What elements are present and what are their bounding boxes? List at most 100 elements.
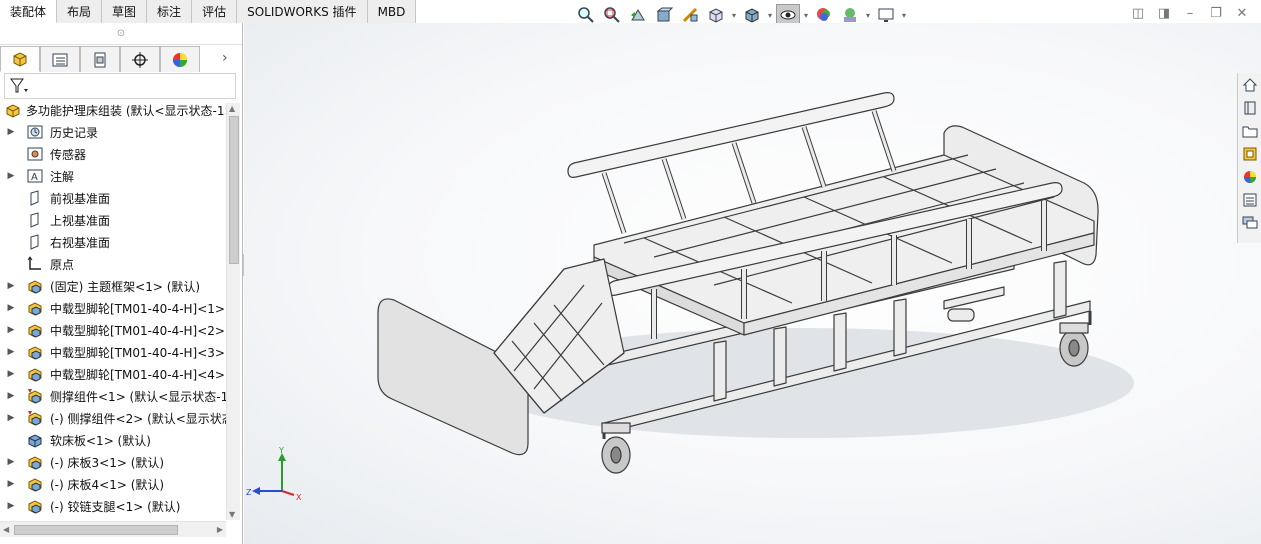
tree-item-label: 右视基准面 bbox=[50, 235, 111, 250]
tree-item-label: (固定) 主题框架<1> (默认) bbox=[50, 279, 201, 294]
tree-item-label: (-) 侧撑组件<2> (默认<显示状态-1>) bbox=[50, 411, 226, 426]
configuration-manager-icon[interactable] bbox=[80, 46, 120, 72]
command-tab[interactable]: 装配体 bbox=[0, 0, 58, 23]
tile-right-icon[interactable]: ◨ bbox=[1157, 6, 1171, 21]
tree-item-label: 上视基准面 bbox=[50, 213, 111, 228]
chevron-right-icon[interactable]: › bbox=[222, 50, 228, 66]
expand-arrow-icon[interactable]: ▶ bbox=[6, 171, 16, 181]
tree-item[interactable]: ▶ (-) 床板3<1> (默认) bbox=[0, 451, 226, 473]
scroll-up-icon[interactable]: ▲ bbox=[229, 104, 235, 113]
home-icon[interactable] bbox=[1240, 75, 1260, 95]
scrollbar-thumb[interactable] bbox=[14, 525, 178, 535]
scroll-right-icon[interactable]: ▶ bbox=[217, 525, 223, 534]
chevron-down-icon[interactable]: ▾ bbox=[900, 11, 908, 20]
expand-arrow-icon[interactable]: ▶ bbox=[6, 347, 16, 357]
tree-item-label: 软床板<1> (默认) bbox=[50, 433, 151, 448]
tree-item[interactable]: ▶ (-) 铰链支腿<1> (默认) bbox=[0, 495, 226, 517]
chevron-down-icon[interactable]: ▾ bbox=[766, 11, 774, 20]
scrollbar-thumb[interactable] bbox=[229, 116, 239, 264]
sensor-icon bbox=[26, 145, 44, 163]
panel-tabs bbox=[0, 46, 200, 72]
subassembly-icon bbox=[26, 277, 44, 295]
expand-arrow-icon[interactable]: ▶ bbox=[6, 127, 16, 137]
minimize-icon[interactable]: – bbox=[1183, 6, 1197, 21]
tree-item[interactable]: 右视基准面 bbox=[0, 231, 226, 253]
tree-horizontal-scrollbar[interactable]: ◀ ▶ bbox=[0, 521, 226, 537]
chevron-down-icon[interactable]: ▾ bbox=[730, 11, 738, 20]
part-icon bbox=[26, 431, 44, 449]
subassembly-warn-icon bbox=[26, 387, 44, 405]
chevron-down-icon[interactable]: ▾ bbox=[802, 11, 810, 20]
bed-assembly-model[interactable] bbox=[244, 23, 1261, 544]
tree-item[interactable]: ▶ 中载型脚轮[TM01-40-4-H]<4> bbox=[0, 363, 226, 385]
tree-item[interactable]: ▶ (-) 床板4<1> (默认) bbox=[0, 473, 226, 495]
tree-item-label: 历史记录 bbox=[50, 125, 99, 140]
tree-item[interactable]: ▶ A 注解 bbox=[0, 165, 226, 187]
tree-filter[interactable] bbox=[4, 73, 236, 99]
tree-item[interactable]: 前视基准面 bbox=[0, 187, 226, 209]
view-palette-icon[interactable] bbox=[1240, 144, 1260, 164]
command-tab[interactable]: 草图 bbox=[102, 0, 148, 23]
expand-arrow-icon[interactable]: ▶ bbox=[6, 281, 16, 291]
command-tab[interactable]: 布局 bbox=[57, 0, 103, 23]
file-explorer-icon[interactable] bbox=[1240, 121, 1260, 141]
expand-arrow-icon[interactable]: ▶ bbox=[6, 303, 16, 313]
tree-item[interactable]: ▶ (固定) 主题框架<1> (默认) bbox=[0, 275, 226, 297]
subassembly-icon bbox=[26, 475, 44, 493]
expand-arrow-icon[interactable]: ▶ bbox=[6, 391, 16, 401]
tree-item[interactable]: 传感器 bbox=[0, 143, 226, 165]
tree-item-label: 原点 bbox=[50, 257, 75, 272]
design-library-icon[interactable] bbox=[1240, 98, 1260, 118]
plane-icon bbox=[26, 233, 44, 251]
expand-arrow-icon[interactable]: ▶ bbox=[6, 413, 16, 423]
subassembly-icon bbox=[26, 453, 44, 471]
property-manager-icon[interactable] bbox=[40, 46, 80, 72]
tree-item[interactable]: 上视基准面 bbox=[0, 209, 226, 231]
scroll-left-icon[interactable]: ◀ bbox=[3, 525, 9, 534]
origin-icon bbox=[26, 255, 44, 273]
subassembly-icon bbox=[26, 497, 44, 515]
tree-item[interactable]: ▶ 中载型脚轮[TM01-40-4-H]<3> bbox=[0, 341, 226, 363]
command-tab[interactable]: SOLIDWORKS 插件 bbox=[237, 0, 368, 23]
close-icon[interactable]: ✕ bbox=[1235, 6, 1249, 21]
tree-item[interactable]: 软床板<1> (默认) bbox=[0, 429, 226, 451]
tree-item-label: 传感器 bbox=[50, 147, 87, 162]
custom-properties-icon[interactable] bbox=[1240, 190, 1260, 210]
command-tab[interactable]: MBD bbox=[367, 0, 417, 23]
tree-item-label: 中载型脚轮[TM01-40-4-H]<1> bbox=[50, 301, 225, 316]
chevron-down-icon[interactable]: ▾ bbox=[864, 11, 872, 20]
tree-item[interactable]: 原点 bbox=[0, 253, 226, 275]
command-tab[interactable]: 标注 bbox=[147, 0, 193, 23]
expand-arrow-icon[interactable]: ▶ bbox=[6, 369, 16, 379]
subassembly-icon bbox=[26, 321, 44, 339]
feature-manager-icon[interactable] bbox=[0, 46, 40, 72]
appearances-icon[interactable] bbox=[1240, 167, 1260, 187]
window-controls: ◫ ◨ – ❐ ✕ bbox=[1131, 6, 1249, 21]
expand-arrow-icon[interactable]: ▶ bbox=[6, 457, 16, 467]
expand-arrow-icon[interactable]: ▶ bbox=[6, 501, 16, 511]
tree-item[interactable]: ▶ 中载型脚轮[TM01-40-4-H]<2> bbox=[0, 319, 226, 341]
tree-item[interactable]: ▶ (-) 侧撑组件<2> (默认<显示状态-1>) bbox=[0, 407, 226, 429]
tree-item-label: (-) 床板3<1> (默认) bbox=[50, 455, 165, 470]
command-tab[interactable]: 评估 bbox=[192, 0, 238, 23]
tile-left-icon[interactable]: ◫ bbox=[1131, 6, 1145, 21]
tree-item-label: 多功能护理床组装 (默认<显示状态-1>) bbox=[26, 103, 226, 118]
scroll-down-icon[interactable]: ▼ bbox=[229, 510, 235, 519]
filter-icon[interactable] bbox=[9, 77, 29, 95]
triad-x-label: X bbox=[296, 493, 302, 502]
tree-item[interactable]: ▶ 历史记录 bbox=[0, 121, 226, 143]
expand-arrow-icon[interactable]: ▶ bbox=[6, 325, 16, 335]
panel-grip[interactable]: ⊙ bbox=[0, 23, 242, 45]
forum-icon[interactable] bbox=[1240, 213, 1260, 233]
plane-icon bbox=[26, 211, 44, 229]
display-manager-icon[interactable] bbox=[160, 46, 200, 72]
dimxpert-icon[interactable] bbox=[120, 46, 160, 72]
restore-icon[interactable]: ❐ bbox=[1209, 6, 1223, 21]
tree-root-assembly[interactable]: 多功能护理床组装 (默认<显示状态-1>) bbox=[0, 99, 226, 121]
expand-arrow-icon[interactable]: ▶ bbox=[6, 479, 16, 489]
assembly-icon bbox=[4, 101, 22, 119]
graphics-viewport[interactable]: Y Z X bbox=[244, 23, 1261, 544]
tree-item[interactable]: ▶ 侧撑组件<1> (默认<显示状态-1>) bbox=[0, 385, 226, 407]
tree-vertical-scrollbar[interactable]: ▲ ▼ bbox=[226, 103, 240, 520]
tree-item[interactable]: ▶ 中载型脚轮[TM01-40-4-H]<1> bbox=[0, 297, 226, 319]
